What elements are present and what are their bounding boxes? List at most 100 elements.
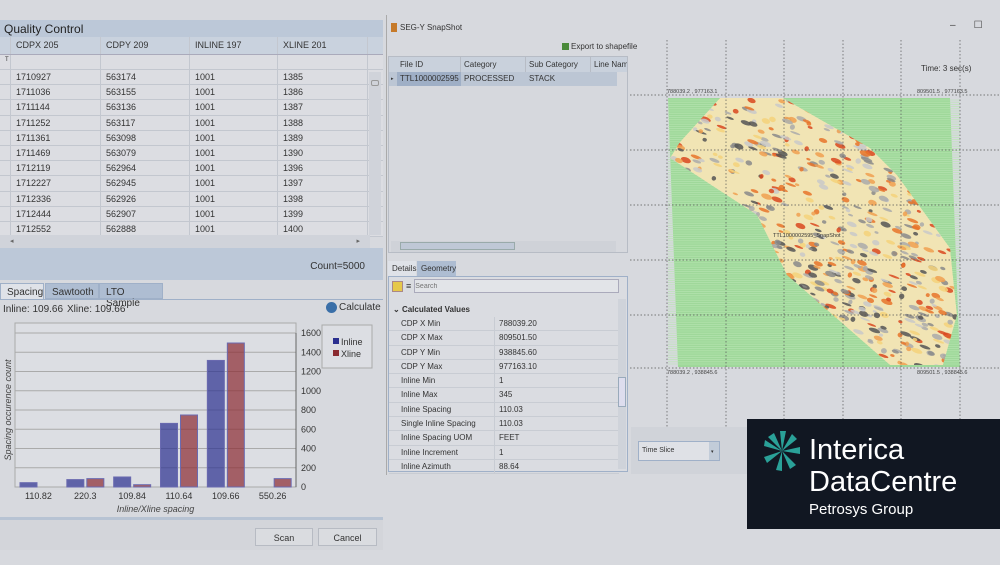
property-name: Inline Spacing UOM (389, 431, 495, 445)
table-row[interactable]: ▸ TTL1000002595 PROCESSED STACK (389, 72, 617, 86)
property-row[interactable]: CDP X Max 809501.50 (389, 331, 619, 346)
cancel-button[interactable]: Cancel (318, 528, 377, 546)
col-header[interactable]: CDPX 205 (11, 37, 101, 54)
table-row[interactable]: 1710927 563174 1001 1385 (0, 70, 383, 86)
property-name: Inline Max (389, 388, 495, 402)
table-row[interactable]: 1711036 563155 1001 1386 (0, 85, 383, 101)
table-cell: 1001 (190, 191, 278, 206)
table-row[interactable]: 1711469 563079 1001 1390 (0, 145, 383, 162)
x-tick-label: 110.64 (165, 491, 192, 501)
table-cell: 1711252 (11, 115, 101, 130)
table-cell: 1711144 (11, 100, 101, 115)
window-controls: – ☐ ✕ (950, 20, 1000, 31)
col-header[interactable]: XLINE 201 (278, 37, 368, 54)
property-value: 977163.10 (499, 361, 537, 371)
x-tick-label: 109.66 (212, 491, 240, 501)
bar-inline (66, 479, 85, 488)
corner-label: 809501.5 , 938845.6 (917, 370, 968, 376)
table-cell: 1386 (278, 85, 368, 100)
corner-label: 788039.2 , 938845.6 (667, 370, 718, 376)
property-name: Inline Spacing (389, 402, 495, 417)
section-calculated-values[interactable]: ⌄ Calculated Values (389, 303, 627, 317)
table-cell: 563136 (101, 100, 190, 115)
snapshot-title-bar: SEG-Y SnapShot (391, 23, 462, 32)
export-icon (562, 43, 569, 50)
table-cell: 563155 (101, 85, 190, 100)
scan-button[interactable]: Scan (255, 528, 313, 546)
legend-swatch (333, 350, 339, 356)
property-value: 1 (499, 376, 504, 386)
table-row[interactable]: 1712444 562907 1001 1399 (0, 206, 383, 222)
table-cell: 1389 (278, 130, 368, 145)
col-header[interactable]: CDPY 209 (101, 37, 190, 54)
table-cell: 1388 (278, 115, 368, 130)
categorized-view-icon[interactable] (392, 280, 403, 292)
x-tick-label: 110.82 (25, 491, 52, 501)
y-axis-label: Spacing occurence count (3, 359, 13, 461)
col-header[interactable]: Category (461, 57, 526, 72)
property-row[interactable]: Inline Max 345 (389, 388, 619, 403)
property-row[interactable]: Single Inline Spacing 110.03 (389, 417, 619, 432)
property-row[interactable]: Inline Spacing UOM FEET (389, 431, 619, 446)
tab-sawtooth[interactable]: Sawtooth (45, 283, 99, 299)
xline-spacing-value: Xline: 109.66 (67, 304, 126, 315)
table-cell: 1001 (190, 70, 278, 85)
bar-xline (226, 342, 245, 488)
y-tick-label: 400 (301, 444, 316, 454)
table-cell: 1001 (190, 115, 278, 130)
interica-logo: Interica DataCentre Petrosys Group (747, 419, 1000, 529)
properties-scrollbar[interactable] (618, 299, 626, 469)
property-value: FEET (499, 433, 520, 443)
bar-xline (86, 478, 105, 488)
property-row[interactable]: Inline Azimuth 88.64 (389, 459, 619, 475)
property-row[interactable]: CDP X Min 788039.20 (389, 317, 619, 332)
list-view-icon[interactable]: ≡ (406, 281, 411, 291)
bar-inline (113, 476, 132, 488)
legend-swatch (333, 338, 339, 344)
tab-details[interactable]: Details (388, 261, 416, 276)
table-row[interactable]: 1711144 563136 1001 1387 (0, 100, 383, 116)
table-row[interactable]: 1712336 562926 1001 1398 (0, 191, 383, 207)
y-tick-label: 200 (301, 463, 316, 473)
col-header[interactable]: INLINE 197 (190, 37, 278, 54)
snapshot-h-scrollbar[interactable] (391, 241, 616, 252)
property-row[interactable]: Inline Increment 1 (389, 445, 619, 460)
table-row[interactable]: 1712119 562964 1001 1396 (0, 161, 383, 177)
table-row[interactable]: 1711252 563117 1001 1388 (0, 115, 383, 131)
property-row[interactable]: Inline Spacing 110.03 (389, 402, 619, 418)
col-header[interactable]: Line Nam (591, 57, 627, 72)
bar-xline (133, 484, 152, 488)
chevron-down-icon: ▾ (709, 442, 719, 460)
qc-table: CDPX 205 CDPY 209 INLINE 197 XLINE 201 T… (0, 37, 383, 238)
table-cell: 1001 (190, 206, 278, 221)
property-value: 88.64 (499, 461, 520, 471)
qc-vertical-scrollbar[interactable] (369, 72, 381, 235)
export-shapefile-button[interactable]: Export to shapefile (562, 42, 637, 51)
time-slice-select[interactable]: Time Slice ▾ (638, 441, 720, 461)
col-header[interactable]: Sub Category (526, 57, 591, 72)
property-row[interactable]: CDP Y Max 977163.10 (389, 359, 619, 375)
property-row[interactable]: Inline Min 1 (389, 374, 619, 389)
property-row[interactable]: CDP Y Min 938845.60 (389, 345, 619, 360)
qc-horizontal-scrollbar[interactable]: ◂ ▸ (0, 235, 370, 248)
y-tick-label: 1000 (301, 386, 321, 396)
table-row[interactable]: 1711361 563098 1001 1389 (0, 130, 383, 146)
minimize-icon[interactable]: – (950, 20, 956, 31)
app-icon (391, 23, 397, 32)
tab-lto-sample[interactable]: LTO Sample (99, 283, 163, 309)
property-search-input[interactable] (414, 279, 620, 293)
bar-inline (19, 482, 38, 488)
calculate-icon (326, 302, 337, 313)
filter-row[interactable]: T (0, 55, 383, 70)
table-cell: 1001 (190, 176, 278, 191)
maximize-icon[interactable]: ☐ (974, 20, 983, 31)
table-row[interactable]: 1712227 562945 1001 1397 (0, 176, 383, 192)
calculate-button[interactable]: Calculate (326, 302, 381, 313)
properties-panel: ≡ ⌄ Calculated Values CDP X Min 788039.20… (388, 276, 628, 475)
col-header[interactable]: File ID (397, 57, 461, 72)
property-name: Inline Azimuth (389, 459, 495, 474)
property-name: CDP Y Min (389, 345, 495, 359)
tab-spacing[interactable]: Spacing (0, 283, 44, 299)
tab-geometry[interactable]: Geometry (417, 261, 456, 276)
corner-label: 788039.2 , 977163.1 (667, 89, 718, 95)
